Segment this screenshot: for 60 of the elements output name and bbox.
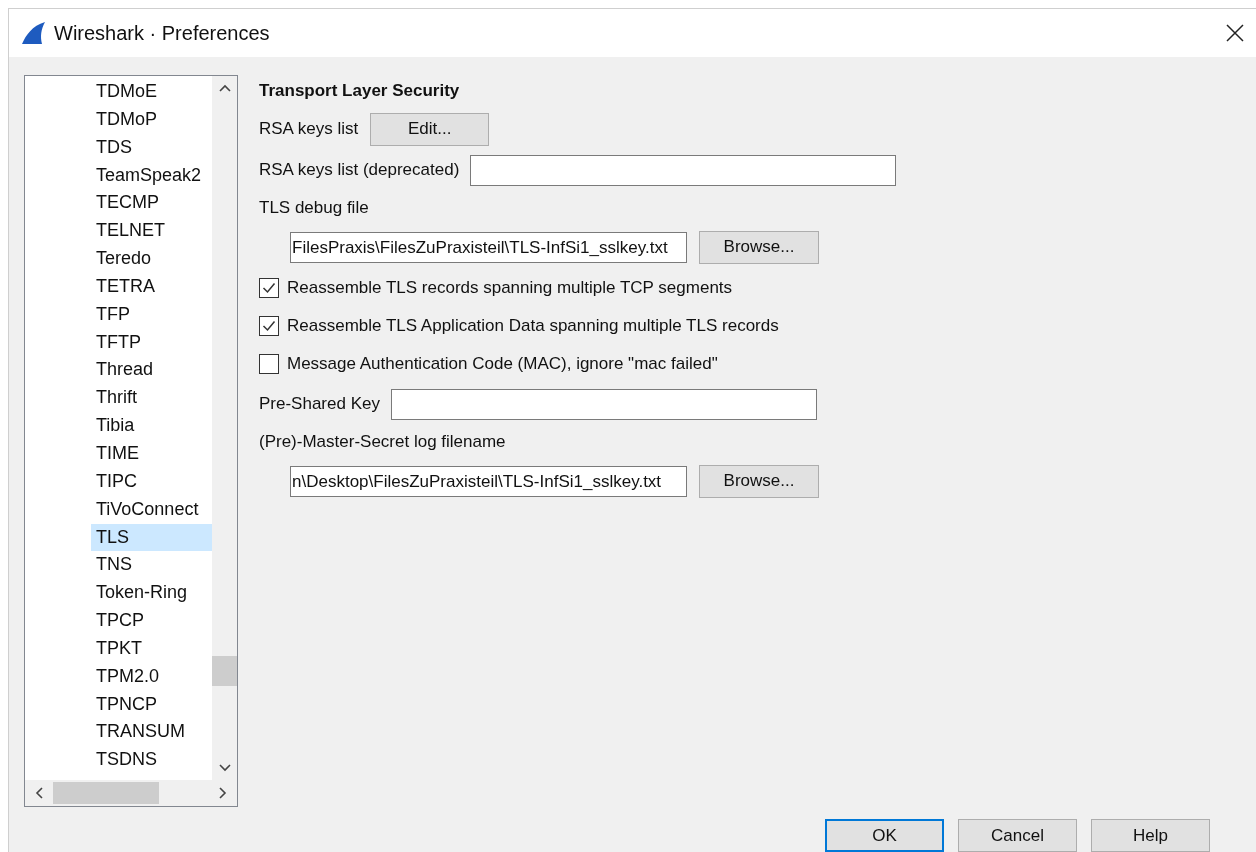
edit-button[interactable]: Edit... [370, 112, 490, 146]
vertical-scrollbar[interactable] [212, 76, 237, 780]
setting-label: Pre-Shared Key [259, 394, 380, 414]
protocol-item[interactable]: TSDNS [91, 746, 212, 775]
scroll-thumb[interactable] [212, 656, 237, 686]
section-title: Transport Layer Security [259, 81, 461, 102]
protocol-item[interactable]: Tibia [91, 412, 212, 440]
setting-label: (Pre)-Master-Secret log filename [259, 432, 506, 452]
protocol-item[interactable]: TLS [91, 523, 212, 552]
shark-fin-icon [20, 21, 46, 45]
protocol-item[interactable]: TiVoConnect [91, 495, 212, 524]
dialog-button[interactable]: Help [1091, 819, 1210, 852]
checkbox[interactable] [259, 316, 279, 336]
protocol-item[interactable]: TPCP [91, 607, 212, 635]
protocol-item[interactable]: TDMoE [91, 78, 212, 106]
protocol-item[interactable]: TFTP [91, 328, 212, 357]
window-title: Wireshark · Preferences [54, 21, 271, 45]
scroll-thumb[interactable] [53, 782, 159, 804]
text-field[interactable] [390, 388, 817, 420]
protocol-item[interactable]: Thrift [91, 384, 212, 413]
protocol-item[interactable]: TECMP [91, 189, 212, 218]
checkbox[interactable] [259, 278, 279, 298]
setting-label: RSA keys list (deprecated) [259, 160, 460, 180]
setting-label: TLS debug file [259, 198, 369, 218]
close-icon[interactable] [1226, 24, 1244, 42]
protocol-item[interactable]: Token-Ring [91, 579, 212, 608]
protocol-item[interactable]: TIPC [91, 467, 212, 496]
checkmark-icon [261, 318, 277, 334]
scroll-right-icon[interactable] [219, 787, 227, 799]
dialog-button[interactable]: Cancel [958, 819, 1077, 852]
text-field[interactable] [470, 154, 897, 186]
protocol-item[interactable]: TeamSpeak2 [91, 161, 212, 190]
protocol-item[interactable]: Teredo [91, 245, 212, 273]
setting-label: RSA keys list [259, 119, 359, 139]
browse-button[interactable]: Browse... [699, 230, 819, 264]
protocol-item[interactable]: TFP [91, 300, 212, 329]
checkbox-label: Reassemble TLS records spanning multiple TCP segments [287, 278, 733, 298]
scroll-up-icon[interactable] [218, 84, 231, 92]
file-path-field[interactable]: n\Desktop\FilesZuPraxisteil\TLS-InfSi1_sslkey.txt [290, 465, 687, 497]
protocol-item[interactable]: TPKT [91, 634, 212, 663]
protocol-item[interactable]: TRANSUM [91, 718, 212, 747]
checkbox-label: Reassemble TLS Application Data spanning multiple TLS records [287, 316, 779, 336]
dialog-button[interactable]: OK [825, 819, 944, 852]
protocol-item[interactable]: TPM2.0 [91, 662, 212, 691]
checkbox-label: Message Authentication Code (MAC), ignore "mac failed" [287, 354, 718, 374]
protocol-item[interactable]: Thread [91, 356, 212, 385]
protocol-item[interactable]: TPNCP [91, 690, 212, 719]
protocol-item[interactable]: TELNET [91, 217, 212, 246]
protocol-item[interactable]: TDMoP [91, 105, 212, 134]
protocol-item[interactable]: TETRA [91, 272, 212, 301]
checkbox[interactable] [259, 354, 279, 374]
file-path-field[interactable]: FilesPraxis\FilesZuPraxisteil\TLS-InfSi1_sslkey.txt [290, 231, 687, 263]
protocol-item[interactable]: TNS [91, 551, 212, 580]
scroll-down-icon[interactable] [218, 764, 231, 772]
horizontal-scrollbar[interactable] [25, 780, 237, 806]
protocol-item[interactable]: TIME [91, 439, 212, 468]
browse-button[interactable]: Browse... [699, 464, 819, 498]
protocol-item[interactable]: TDS [91, 133, 212, 162]
checkmark-icon [261, 280, 277, 296]
scroll-left-icon[interactable] [35, 787, 43, 799]
